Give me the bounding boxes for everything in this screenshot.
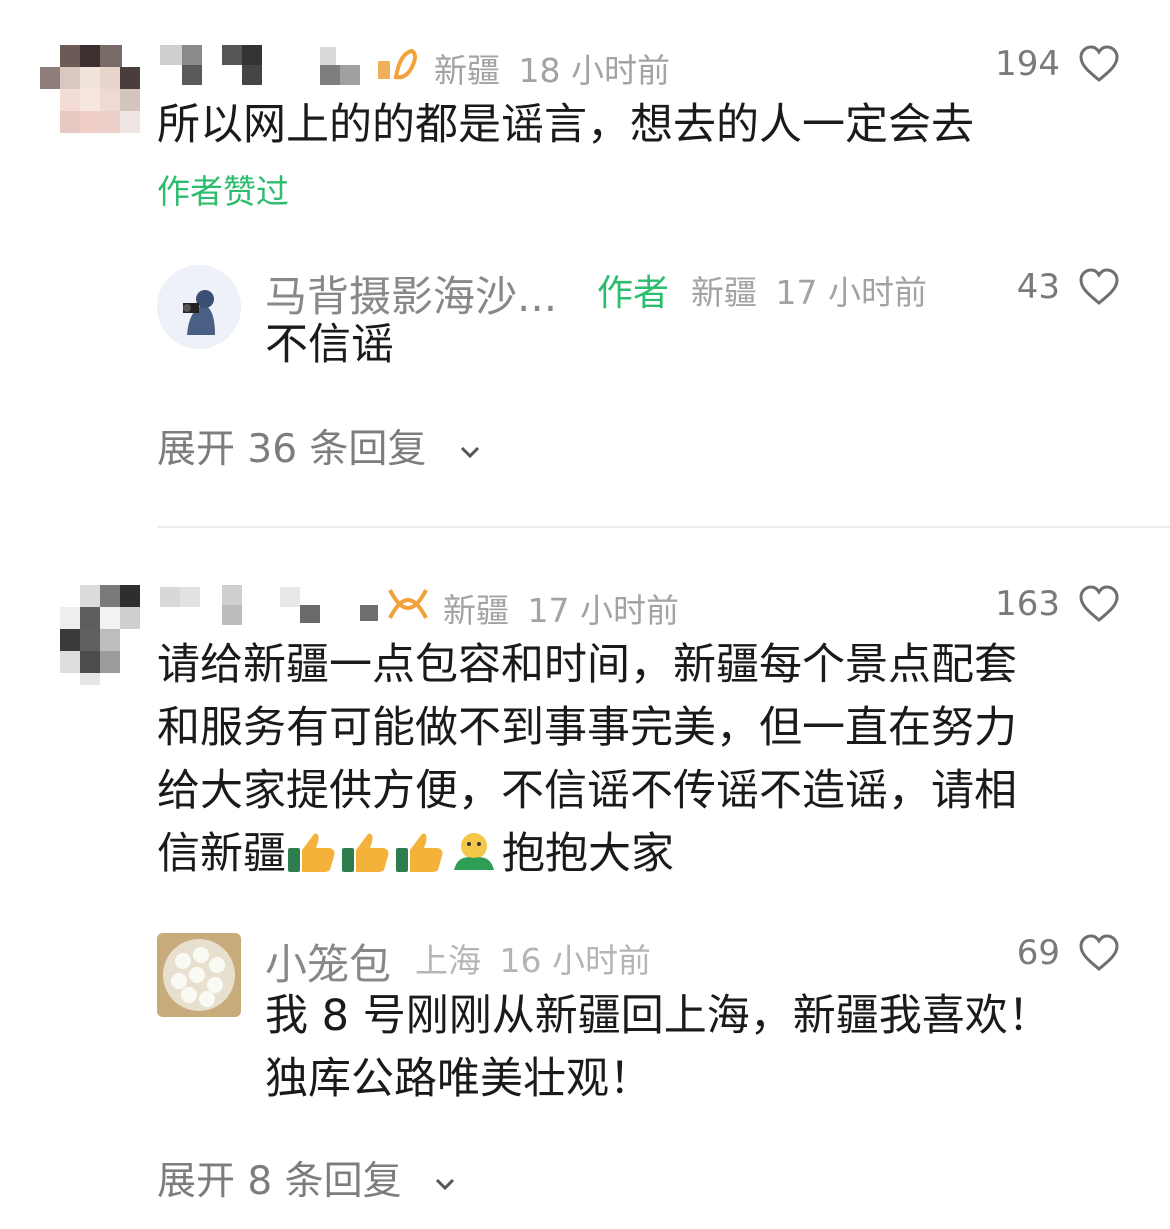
- thumbs-up-emoji: [342, 833, 389, 872]
- comment-text-line: 和服务有可能做不到事事完美，但一直在努力: [157, 703, 1017, 753]
- expand-replies-button[interactable]: 展开 36 条回复: [157, 418, 483, 474]
- reply-avatar[interactable]: [157, 265, 241, 349]
- reply-meta: 上海 16 小时前: [415, 934, 651, 982]
- photographer-avatar-icon: [157, 265, 241, 349]
- comment-text-line: 信新疆 抱抱大家: [157, 823, 1137, 886]
- reply-avatar[interactable]: [157, 933, 241, 1017]
- reply-time: 16 小时前: [499, 941, 651, 980]
- reply-meta: 新疆 17 小时前: [691, 266, 927, 314]
- author-liked-label: 作者赞过: [157, 172, 289, 211]
- comment-text-prefix: 信新疆: [157, 829, 286, 879]
- comment-divider: [157, 526, 1170, 528]
- expand-replies-button[interactable]: 展开 8 条回复: [157, 1150, 458, 1206]
- comment-time: 17 小时前: [527, 591, 679, 630]
- chevron-down-icon: [460, 446, 479, 458]
- author-tag: 作者: [597, 273, 670, 314]
- reply-location: 上海: [415, 941, 481, 980]
- hug-emoji: [454, 833, 494, 870]
- username-pixelated[interactable]: [160, 585, 390, 625]
- comment-location: 新疆: [443, 591, 509, 630]
- avatar[interactable]: [40, 585, 140, 685]
- chevron-down-icon: [435, 1178, 455, 1190]
- comment-meta: 新疆 18 小时前: [434, 44, 670, 92]
- heart-outline-icon[interactable]: [1078, 584, 1120, 624]
- comment-time: 18 小时前: [518, 51, 670, 90]
- thumbs-up-emoji: [396, 833, 443, 872]
- username-badge-icon: [388, 589, 428, 619]
- heart-outline-icon[interactable]: [1078, 44, 1120, 84]
- username-badge-icon: [378, 48, 417, 80]
- avatar[interactable]: [40, 45, 140, 145]
- heart-outline-icon[interactable]: [1078, 267, 1120, 307]
- reply-username[interactable]: 小笼包: [265, 931, 391, 992]
- comment-text-line: 请给新疆一点包容和时间，新疆每个景点配套: [157, 640, 1017, 690]
- reply-location: 新疆: [691, 273, 757, 312]
- heart-outline-icon[interactable]: [1078, 933, 1120, 973]
- reply-text: 不信谣: [265, 320, 394, 370]
- like-count: 163: [995, 584, 1060, 624]
- reply-like-count: 43: [1016, 267, 1060, 307]
- expand-replies-label: 展开 8 条回复: [157, 1159, 402, 1204]
- comment-location: 新疆: [434, 51, 500, 90]
- reply-time: 17 小时前: [775, 273, 927, 312]
- reply-like-count: 69: [1016, 933, 1060, 973]
- comment-text: 请给新疆一点包容和时间，新疆每个景点配套 和服务有可能做不到事事完美，但一直在努…: [157, 634, 1137, 886]
- thumbs-up-emoji: [288, 833, 335, 872]
- like-count: 194: [995, 44, 1060, 84]
- reply-text-line: 我 8 号刚刚从新疆回上海，新疆我喜欢！: [265, 991, 1051, 1041]
- comment-text: 所以网上的的都是谣言，想去的人一定会去: [157, 100, 974, 150]
- comment-text-line: 给大家提供方便，不信谣不传谣不造谣，请相: [157, 766, 1017, 816]
- expand-replies-label: 展开 36 条回复: [157, 427, 427, 472]
- comment-text-suffix: 抱抱大家: [502, 829, 674, 879]
- reply-text-line: 独库公路唯美壮观！: [265, 1054, 652, 1104]
- comment-meta: 新疆 17 小时前: [443, 584, 679, 632]
- dumplings-avatar-icon: [157, 933, 241, 1017]
- reply-text: 我 8 号刚刚从新疆回上海，新疆我喜欢！ 独库公路唯美壮观！: [265, 985, 1125, 1111]
